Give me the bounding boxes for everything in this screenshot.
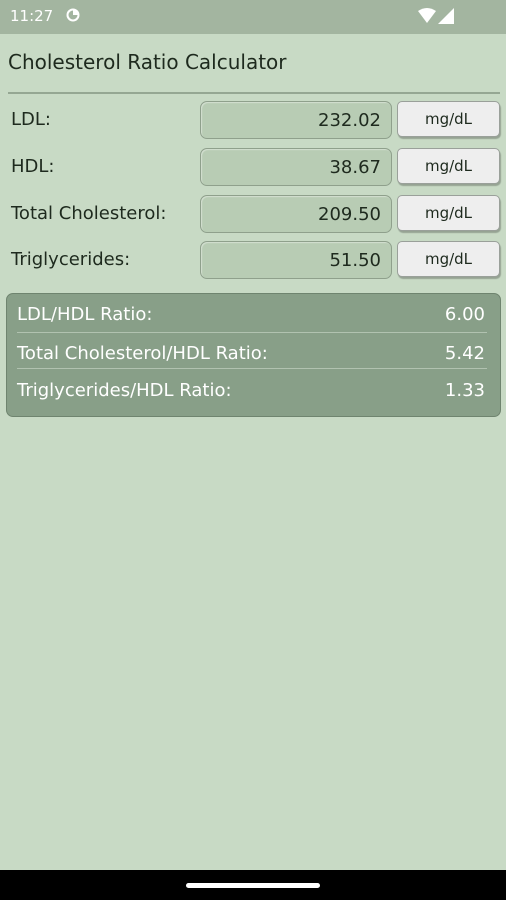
status-bar: 11:27: [0, 0, 506, 34]
total-hdl-ratio-value: 5.42: [444, 343, 485, 364]
triglycerides-unit-button[interactable]: mg/dL: [397, 241, 500, 277]
ldl-unit-button[interactable]: mg/dL: [397, 101, 500, 137]
status-time: 11:27: [10, 7, 54, 25]
result-divider: [17, 368, 487, 369]
total-cholesterol-unit-button[interactable]: mg/dL: [397, 195, 500, 231]
ldl-hdl-ratio-row: LDL/HDL Ratio: 6.00: [17, 296, 485, 332]
triglycerides-hdl-ratio-row: Triglycerides/HDL Ratio: 1.33: [17, 372, 485, 408]
hdl-label: HDL:: [11, 156, 55, 177]
total-cholesterol-row: Total Cholesterol: 209.50 mg/dL: [0, 195, 506, 233]
ldl-label: LDL:: [11, 109, 51, 130]
total-cholesterol-label: Total Cholesterol:: [11, 203, 167, 224]
title-divider: [8, 92, 500, 94]
signal-icon: [438, 8, 454, 24]
triglycerides-label: Triglycerides:: [11, 249, 131, 270]
ldl-hdl-ratio-label: LDL/HDL Ratio:: [17, 304, 153, 325]
result-divider: [17, 332, 487, 333]
hdl-input[interactable]: 38.67: [200, 148, 392, 186]
page-title: Cholesterol Ratio Calculator: [8, 50, 287, 74]
triglycerides-row: Triglycerides: 51.50 mg/dL: [0, 241, 506, 279]
ldl-row: LDL: 232.02 mg/dL: [0, 101, 506, 139]
ldl-hdl-ratio-value: 6.00: [444, 304, 485, 325]
ldl-input[interactable]: 232.02: [200, 101, 392, 139]
results-panel: LDL/HDL Ratio: 6.00 Total Cholesterol/HD…: [6, 293, 501, 417]
total-cholesterol-input[interactable]: 209.50: [200, 195, 392, 233]
triglycerides-hdl-ratio-label: Triglycerides/HDL Ratio:: [17, 380, 232, 401]
total-cholesterol-value: 209.50: [318, 204, 381, 225]
total-hdl-ratio-label: Total Cholesterol/HDL Ratio:: [17, 343, 268, 364]
wifi-icon: [418, 8, 436, 23]
home-indicator[interactable]: [186, 883, 320, 888]
triglycerides-value: 51.50: [329, 250, 381, 271]
hdl-value: 38.67: [329, 157, 381, 178]
navigation-bar: [0, 870, 506, 900]
hdl-unit-button[interactable]: mg/dL: [397, 148, 500, 184]
total-hdl-ratio-row: Total Cholesterol/HDL Ratio: 5.42: [17, 335, 485, 371]
triglycerides-hdl-ratio-value: 1.33: [444, 380, 485, 401]
hdl-row: HDL: 38.67 mg/dL: [0, 148, 506, 186]
ldl-value: 232.02: [318, 110, 381, 131]
triglycerides-input[interactable]: 51.50: [200, 241, 392, 279]
sync-icon: [66, 8, 80, 22]
